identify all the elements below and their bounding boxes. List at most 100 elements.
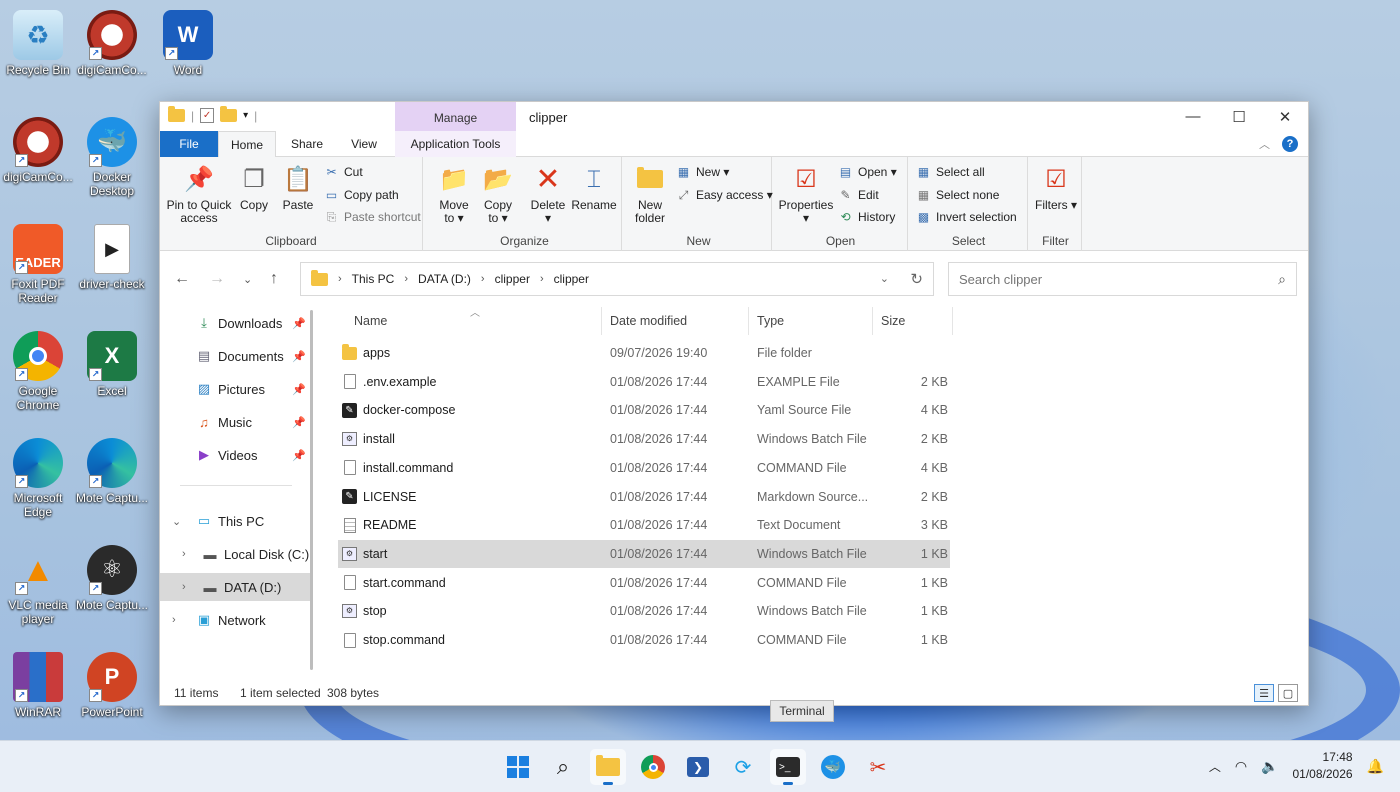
volume-icon[interactable]: 🔈 (1261, 758, 1278, 775)
paste-shortcut-button[interactable]: ⎘ Paste shortcut (324, 207, 421, 227)
cut-button[interactable]: ✂ Cut (324, 162, 362, 182)
nav-item-music[interactable]: ♫ Music 📌 (160, 408, 310, 436)
collapse-ribbon-icon[interactable]: ︿ (1259, 136, 1270, 152)
file-row[interactable]: ⚙ start 01/08/2026 17:44 Windows Batch File… (338, 539, 950, 568)
desktop-icon-recycle-bin[interactable]: ♻ Recycle Bin (0, 10, 76, 77)
properties-button[interactable]: ☑ Properties ▾ (778, 163, 834, 225)
taskbar-sync-app[interactable]: ⟳ (725, 749, 761, 785)
breadcrumb-clipper[interactable]: clipper (554, 272, 589, 286)
taskbar-snipping-tool[interactable]: ✂ (860, 749, 896, 785)
rename-button[interactable]: ⌶ Rename (570, 163, 618, 212)
refresh-icon[interactable]: ↻ (910, 270, 923, 288)
details-view-icon[interactable]: ☰ (1254, 684, 1274, 702)
taskbar-chrome[interactable] (635, 749, 671, 785)
desktop-icon-chrome[interactable]: ↗ Google Chrome (0, 331, 76, 412)
file-row[interactable]: apps 09/07/2026 19:40 File folder (338, 339, 950, 367)
desktop-icon-excel[interactable]: X ↗ Excel (74, 331, 150, 398)
select-none-button[interactable]: ▦ Select none (916, 185, 1000, 205)
column-header-name[interactable]: Name (346, 307, 602, 335)
nav-item-data-drive[interactable]: › ▬ DATA (D:) (160, 573, 310, 601)
taskbar-search-button[interactable]: ⌕ (545, 749, 581, 785)
desktop-icon-edge[interactable]: ↗ Microsoft Edge (0, 438, 76, 519)
taskbar-docker[interactable]: 🐳 (815, 749, 851, 785)
nav-item-local-disk[interactable]: › ▬ Local Disk (C:) (160, 540, 310, 568)
chevron-right-icon[interactable]: › (182, 548, 186, 560)
new-folder-icon[interactable] (220, 106, 238, 122)
column-header-size[interactable]: Size (873, 307, 953, 335)
start-button[interactable] (500, 749, 536, 785)
chevron-down-icon[interactable]: ⌄ (172, 515, 181, 528)
file-row[interactable]: install.command 01/08/2026 17:44 COMMAND F… (338, 454, 950, 482)
file-row[interactable]: README 01/08/2026 17:44 Text Document 3 KB (338, 511, 950, 539)
address-dropdown-icon[interactable]: ⌄ (880, 272, 889, 285)
minimize-button[interactable]: — (1170, 102, 1216, 131)
column-header-type[interactable]: Type (749, 307, 873, 335)
back-arrow-icon[interactable]: ← (174, 270, 190, 288)
nav-item-pictures[interactable]: ▨ Pictures 📌 (160, 375, 310, 403)
copy-button[interactable]: ❐ Copy (236, 163, 272, 212)
up-arrow-icon[interactable]: ↑ (270, 270, 278, 288)
desktop-icon-powerpoint[interactable]: P ↗ PowerPoint (74, 652, 150, 719)
desktop-icon-driver-check[interactable]: ▶ driver-check (74, 224, 150, 291)
nav-pane-scrollbar[interactable] (310, 310, 313, 670)
tab-view[interactable]: View (336, 131, 392, 157)
invert-selection-button[interactable]: ▩ Invert selection (916, 207, 1017, 227)
easy-access-button[interactable]: ⤢ Easy access ▾ (676, 185, 773, 205)
desktop-icon-mote-1[interactable]: ↗ Mote Captu... (74, 438, 150, 505)
file-row[interactable]: start.command 01/08/2026 17:44 COMMAND Fil… (338, 569, 950, 597)
tab-home[interactable]: Home (218, 131, 276, 158)
desktop-icon-digicam-1[interactable]: ↗ digiCamCo... (74, 10, 150, 77)
file-row[interactable]: ⚙ install 01/08/2026 17:44 Windows Batch Fi… (338, 425, 950, 453)
delete-button[interactable]: ✕ Delete ▾ (528, 163, 568, 225)
copy-path-button[interactable]: ▭ Copy path (324, 185, 399, 205)
pin-quick-access-button[interactable]: 📌 Pin to Quick access (166, 163, 232, 225)
nav-item-network[interactable]: › ▣ Network (160, 606, 310, 634)
nav-item-documents[interactable]: ▤ Documents 📌 (160, 342, 310, 370)
breadcrumb-data-drive[interactable]: DATA (D:) (418, 272, 471, 286)
copy-to-button[interactable]: 📂 Copy to ▾ (478, 163, 518, 225)
show-hidden-icons-icon[interactable]: ︿ (1209, 758, 1221, 775)
recent-locations-icon[interactable]: ⌄ (243, 273, 252, 286)
new-folder-button[interactable]: New folder (630, 163, 670, 225)
breadcrumb-this-pc[interactable]: This PC (352, 272, 395, 286)
new-item-button[interactable]: ▦ New ▾ (676, 162, 730, 182)
taskbar-powershell[interactable]: ❯ (680, 749, 716, 785)
file-row[interactable]: ✎ LICENSE 01/08/2026 17:44 Markdown Source.… (338, 483, 950, 511)
edit-button[interactable]: ✎ Edit (838, 185, 878, 205)
file-row[interactable]: ✎ docker-compose 01/08/2026 17:44 Yaml Sour… (338, 396, 950, 424)
customize-qat-icon[interactable]: ▾ (243, 110, 248, 121)
search-input[interactable] (959, 271, 1279, 287)
help-icon[interactable]: ? (1282, 136, 1298, 152)
close-button[interactable]: ✕ (1262, 102, 1308, 131)
maximize-button[interactable]: ☐ (1216, 102, 1262, 131)
nav-item-videos[interactable]: ▶ Videos 📌 (160, 441, 310, 469)
nav-item-this-pc[interactable]: ⌄ ▭ This PC (160, 507, 310, 535)
forward-arrow-icon[interactable]: → (209, 270, 225, 288)
select-all-button[interactable]: ▦ Select all (916, 162, 985, 182)
chevron-right-icon[interactable]: › (172, 614, 176, 626)
large-icons-view-icon[interactable]: ▢ (1278, 684, 1298, 702)
desktop-icon-docker[interactable]: 🐳 ↗ Docker Desktop (74, 117, 150, 198)
desktop-icon-mote-2[interactable]: ⚛ ↗ Mote Captu... (74, 545, 150, 612)
properties-icon[interactable]: ✓ (200, 108, 215, 123)
filters-button[interactable]: ☑ Filters ▾ (1034, 163, 1078, 212)
nav-item-downloads[interactable]: ⤓ Downloads 📌 (160, 309, 310, 337)
column-header-date[interactable]: Date modified (602, 307, 749, 335)
chevron-right-icon[interactable]: › (182, 581, 186, 593)
search-box[interactable]: ⌕ (948, 262, 1297, 296)
taskbar-terminal[interactable]: >_ (770, 749, 806, 785)
desktop-icon-digicam-2[interactable]: ↗ digiCamCo... (0, 117, 76, 184)
file-row[interactable]: stop.command 01/08/2026 17:44 COMMAND File… (338, 626, 950, 654)
desktop-icon-vlc[interactable]: ▲ ↗ VLC media player (0, 545, 76, 626)
breadcrumb-clipper-parent[interactable]: clipper (495, 272, 530, 286)
open-button[interactable]: ▤ Open ▾ (838, 162, 897, 182)
clock[interactable]: 17:48 01/08/2026 (1293, 749, 1353, 783)
notification-bell-icon[interactable]: 🔔 (1367, 758, 1384, 775)
desktop-icon-winrar[interactable]: ↗ WinRAR (0, 652, 76, 719)
file-row[interactable]: .env.example 01/08/2026 17:44 EXAMPLE File… (338, 368, 950, 396)
taskbar-file-explorer[interactable] (590, 749, 626, 785)
desktop-icon-word[interactable]: W ↗ Word (150, 10, 226, 77)
tab-file[interactable]: File (160, 131, 218, 157)
desktop-icon-foxit[interactable]: EADER ↗ Foxit PDF Reader (0, 224, 76, 305)
wifi-icon[interactable]: ◠ (1235, 758, 1247, 775)
